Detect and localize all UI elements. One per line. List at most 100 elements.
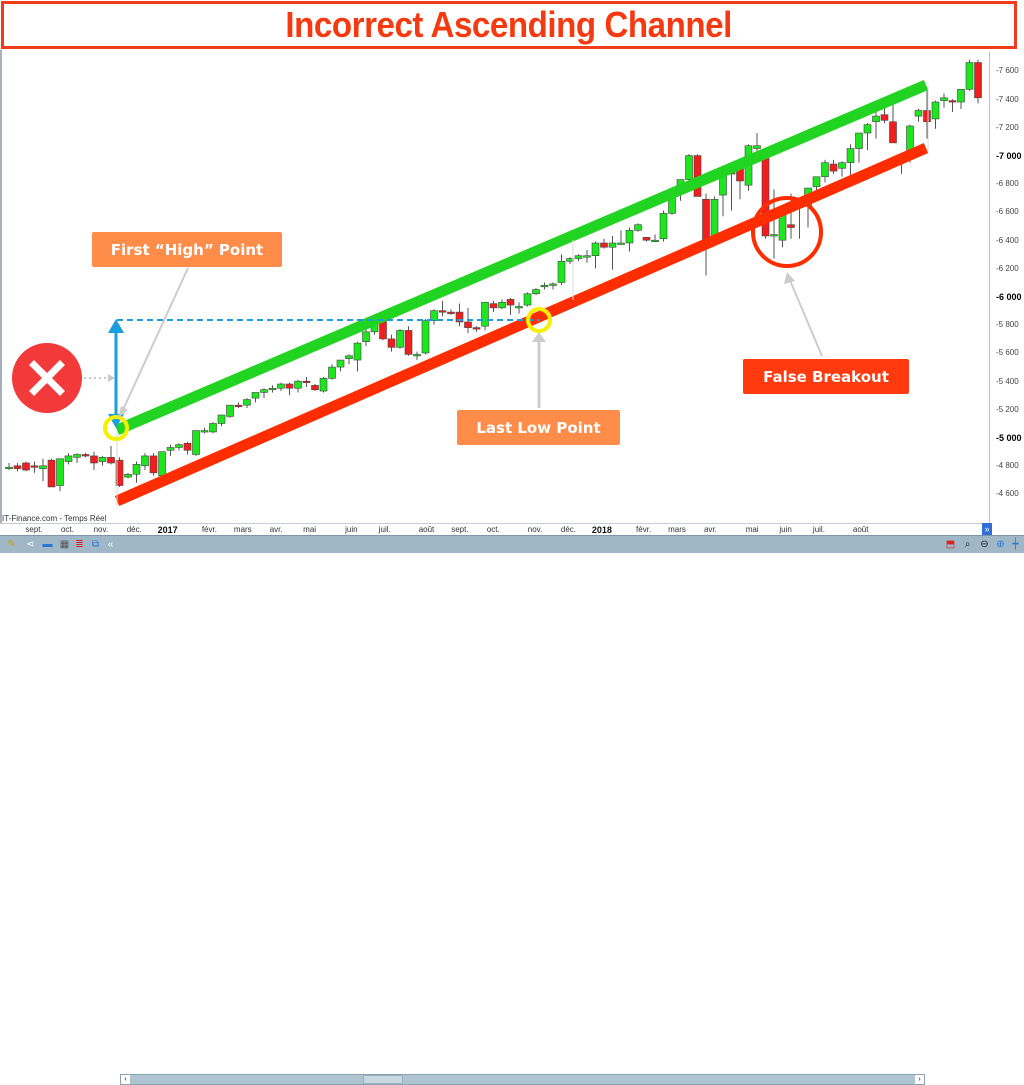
candle-body-down [889, 121, 897, 144]
comment-icon[interactable]: ▬ [41, 538, 54, 551]
candle-body-up [192, 430, 200, 455]
candle [413, 351, 421, 361]
candle-body-up [56, 458, 64, 486]
candle-body-up [566, 258, 574, 262]
candle-body-up [855, 132, 863, 149]
scrollbar-thumb[interactable] [363, 1075, 403, 1084]
candle-body-up [965, 62, 974, 90]
candle-body-down [447, 311, 455, 314]
x-tick-label: juil. [812, 525, 825, 534]
candle [651, 234, 659, 242]
x-tick-label: mars [668, 525, 686, 534]
candle [515, 302, 523, 314]
candle [625, 227, 634, 252]
indicator-icon[interactable]: ▦ [58, 538, 71, 551]
x-tick-label: 2018 [591, 525, 612, 535]
candle-body-down [22, 462, 30, 471]
drawing-tools-icon[interactable]: ✎ [5, 538, 18, 551]
candle [396, 329, 404, 349]
candle-body-down [489, 303, 498, 309]
scroll-right-icon[interactable]: › [915, 1075, 924, 1084]
candle-body-up [481, 301, 489, 327]
candle-body-down [302, 380, 311, 383]
candle [243, 398, 251, 408]
crosshair-icon[interactable]: ┿ [1009, 538, 1022, 551]
candle-body-down [472, 327, 481, 330]
candle-body-down [30, 465, 39, 468]
candle [948, 99, 957, 112]
candle [889, 104, 897, 144]
snapshot-icon[interactable]: ⬒ [944, 538, 957, 551]
candle [719, 172, 727, 217]
candle [693, 154, 702, 197]
zoom-out-icon[interactable]: ⊖ [978, 538, 991, 551]
x-tick-label: oct. [60, 525, 74, 534]
x-tick-label: févr. [636, 525, 652, 534]
candle-body-up [336, 359, 345, 368]
candle-body-down [923, 110, 931, 123]
candle [64, 453, 73, 465]
candle-body-up [872, 115, 880, 123]
candle-body-up [863, 124, 872, 134]
chart-toolbar: ✎ ⋖ ▬ ▦ ≣ ⧉ « ‹ › ⬒ ⌕ ⊖ ⊕ ┿ [0, 535, 1024, 1085]
candle [217, 414, 226, 427]
candle-body-up [651, 239, 659, 242]
y-tick-label: -5 400 [996, 376, 1019, 386]
y-tick-label: -7 600 [996, 66, 1019, 76]
candle-body-up [98, 457, 107, 462]
candle [200, 427, 209, 434]
zoom-in-icon[interactable]: ⊕ [994, 538, 1007, 551]
x-tick-label: nov. [527, 525, 543, 534]
candle-body-up [39, 465, 47, 469]
candle [540, 282, 549, 290]
candle-body-up [583, 255, 591, 258]
compare-icon[interactable]: ≣ [73, 538, 86, 551]
candle [574, 254, 583, 262]
candle-body-down [387, 338, 396, 348]
candle-body-up [523, 293, 532, 306]
expand-right-button[interactable]: » [982, 523, 992, 535]
candle [549, 282, 557, 290]
candle [863, 123, 872, 150]
x-tick-label: nov. [93, 525, 109, 534]
candle [489, 300, 498, 313]
candle-body-up [175, 444, 183, 448]
candle-body-up [243, 399, 251, 406]
connector-arrow-icon [784, 272, 795, 284]
candle [761, 155, 770, 239]
candle-body-up [540, 285, 549, 288]
candle [591, 241, 600, 269]
candle [940, 93, 948, 108]
scroll-left-icon[interactable]: ‹ [121, 1075, 130, 1084]
candle-body-down [47, 459, 56, 488]
x-tick-label: mai [745, 525, 759, 534]
x-tick-label: août [852, 525, 869, 534]
candle [336, 359, 345, 372]
x-tick-label: sept. [451, 525, 469, 534]
scrollbar[interactable]: ‹ › [120, 1074, 925, 1085]
candle-body-up [838, 162, 846, 169]
share-icon[interactable]: ⋖ [24, 538, 37, 551]
candle-body-up [251, 392, 260, 399]
candle [47, 458, 56, 488]
y-tick-label: -4 600 [996, 489, 1019, 499]
candle [532, 288, 540, 296]
candle [634, 223, 642, 232]
candle [353, 341, 362, 372]
zoom-fit-icon[interactable]: ⌕ [961, 538, 974, 551]
candle-body-down [600, 242, 608, 248]
x-mark-icon [12, 343, 82, 413]
candle-body-down [183, 442, 192, 451]
candle [192, 430, 200, 456]
x-tick-label: juin [345, 525, 358, 534]
candle-body-up [557, 261, 566, 283]
candle [447, 309, 455, 315]
candle-body-up [5, 466, 13, 470]
candle-body-down [506, 299, 515, 306]
x-tick-label: déc. [126, 525, 142, 534]
candle [302, 376, 311, 387]
candle [659, 210, 668, 242]
rewind-icon[interactable]: « [104, 538, 117, 551]
layout-icon[interactable]: ⧉ [89, 538, 102, 551]
candle-body-up [217, 414, 226, 424]
